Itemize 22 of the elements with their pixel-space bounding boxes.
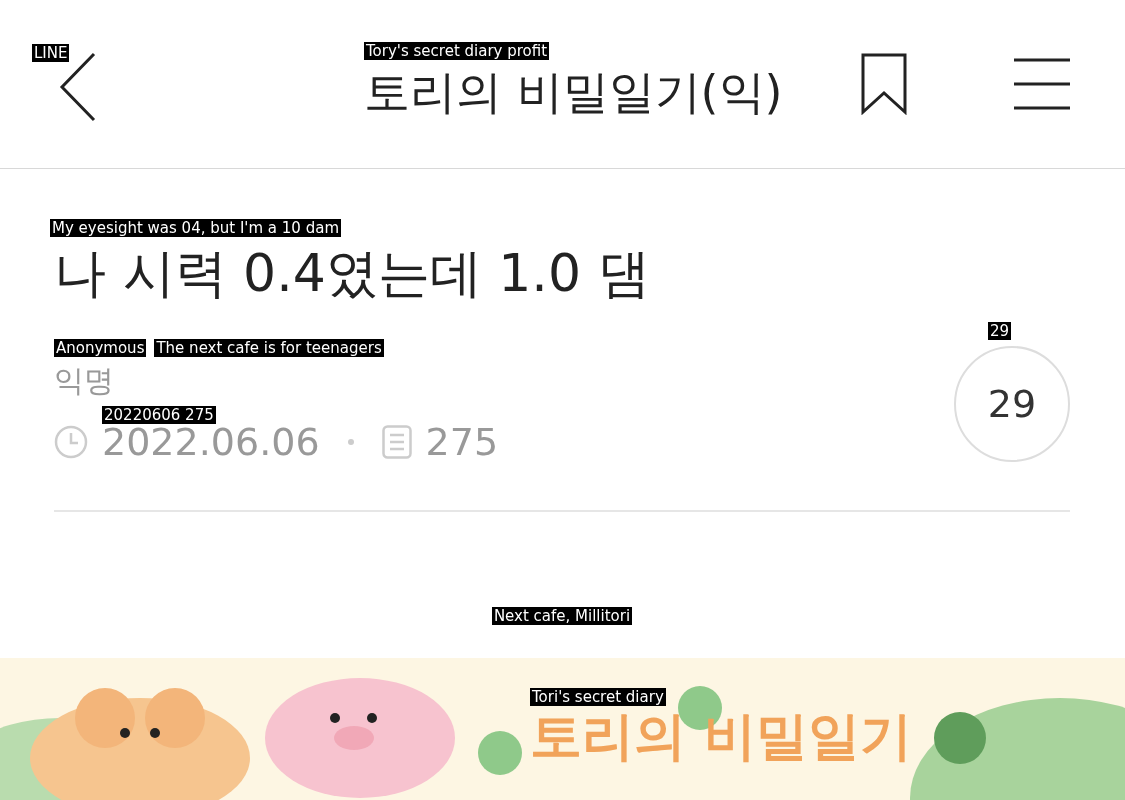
author-name: 익명: [54, 363, 114, 398]
translation-label: My eyesight was 04, but I'm a 10 dam: [50, 219, 341, 237]
translation-label: 29: [988, 321, 1012, 340]
translation-label: Tory's secret diary profit: [364, 42, 550, 60]
translation-label: Tori's secret diary: [530, 688, 666, 706]
comment-count-button[interactable]: 29: [954, 345, 1070, 462]
bookmark-button[interactable]: [861, 53, 907, 115]
clock-icon: [54, 425, 88, 459]
board-title: 토리의 비밀일기(익): [364, 64, 783, 121]
bookmark-icon: [861, 53, 907, 115]
translation-label: Anonymous: [54, 339, 147, 357]
menu-icon: [1014, 58, 1070, 110]
translation-label: Next cafe, Millitori: [491, 607, 633, 625]
post-title: 나 시력 0.4였는데 1.0 댐: [54, 242, 650, 305]
separator-dot: [347, 439, 354, 445]
translation-label: LINE: [32, 44, 70, 62]
translation-label: 20220606 275: [102, 406, 216, 424]
menu-button[interactable]: [1014, 58, 1070, 110]
translation-label: The next cafe is for teenagers: [154, 339, 384, 357]
document-icon: [381, 425, 412, 459]
banner-title: 토리의 비밀일기: [530, 706, 913, 766]
view-count: 275: [425, 420, 499, 464]
